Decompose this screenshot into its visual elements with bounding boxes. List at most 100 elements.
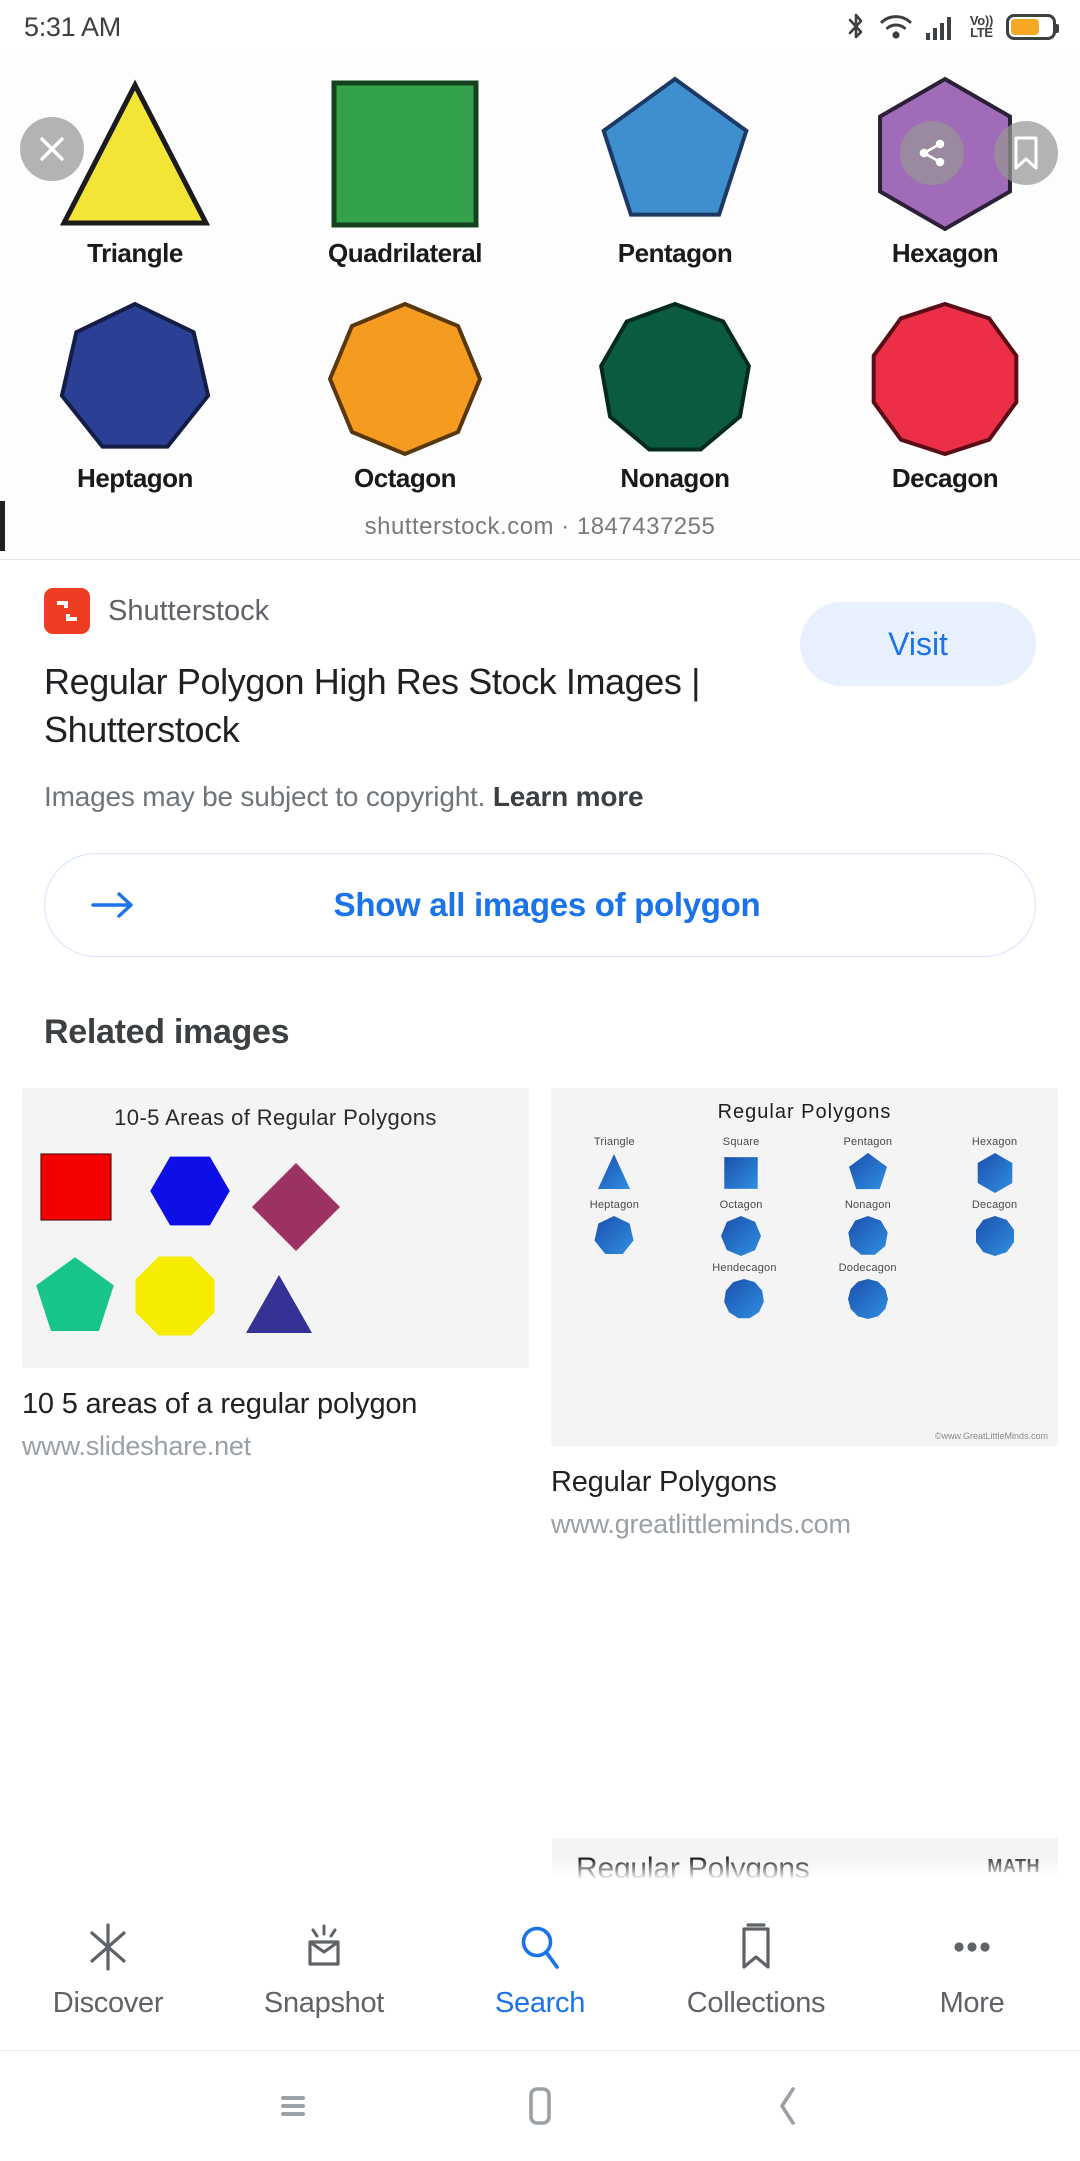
thumb0-shape-square xyxy=(40,1153,112,1226)
polygon-label-nonagon: Nonagon xyxy=(620,463,730,493)
search-icon xyxy=(516,1921,564,1973)
nav-item-collections[interactable]: Collections xyxy=(648,1921,864,2020)
polygon-cell-decagon: Decagon xyxy=(810,299,1080,524)
related-url-1: www.greatlittleminds.com xyxy=(551,1509,851,1540)
show-all-label: Show all images of polygon xyxy=(333,886,761,924)
source-name: Shutterstock xyxy=(108,594,270,627)
volte-bottom-label: LTE xyxy=(970,25,993,40)
bluetooth-icon xyxy=(845,12,867,42)
thumbnail-0-shapes xyxy=(22,1131,529,1341)
shutterstock-logo-icon xyxy=(44,588,90,634)
battery-icon xyxy=(1006,14,1059,40)
polygon-label-hexagon: Hexagon xyxy=(891,238,999,268)
thumb0-shape-diamond xyxy=(250,1161,342,1258)
thumb1-cell-pentagon: Pentagon xyxy=(805,1136,932,1195)
thumb1-cell-triangle: Triangle xyxy=(551,1136,678,1195)
thumb0-shape-hexagon xyxy=(150,1151,230,1236)
nav-label-search: Search xyxy=(494,1987,586,2019)
volte-icon: Vo)) LTE xyxy=(970,13,993,40)
close-icon[interactable] xyxy=(20,117,84,181)
cellular-signal-icon xyxy=(925,13,957,41)
nonagon-shape xyxy=(596,299,754,459)
nav-item-discover[interactable]: Discover xyxy=(0,1921,216,2020)
thumb1-label-square: Square xyxy=(722,1136,760,1149)
nav-label-discover: Discover xyxy=(52,1987,164,2019)
thumb1-cell-octagon: Octagon xyxy=(678,1199,805,1258)
nav-item-search[interactable]: Search xyxy=(432,1921,648,2020)
result-title[interactable]: Regular Polygon High Res Stock Images | … xyxy=(44,658,744,753)
partial-card-title: Regular Polygons xyxy=(576,1852,810,1878)
thumbnail-1-credit: ©www.GreatLittleMinds.com xyxy=(934,1431,1048,1442)
nav-item-snapshot[interactable]: Snapshot xyxy=(216,1921,432,2020)
related-thumbnail-0[interactable]: 10-5 Areas of Regular Polygons xyxy=(22,1088,529,1369)
pentagon-shape xyxy=(596,74,754,234)
share-icon[interactable] xyxy=(900,121,964,185)
thumb1-cell-nonagon: Nonagon xyxy=(805,1199,932,1258)
back-icon[interactable] xyxy=(732,2051,842,2161)
thumb1-label-triangle: Triangle xyxy=(593,1136,635,1149)
image-watermark: shutterstock.com · 1847437255 xyxy=(364,513,716,540)
related-title-0[interactable]: 10 5 areas of a regular polygon xyxy=(22,1388,529,1421)
thumbnail-0-inner-title: 10-5 Areas of Regular Polygons xyxy=(114,1105,437,1131)
status-icons: Vo)) LTE xyxy=(845,12,1059,42)
recents-icon[interactable] xyxy=(238,2051,348,2161)
thumbnail-1-shape-grid: Triangle Square Pentagon Hexagon Heptagon Oct… xyxy=(551,1136,1058,1258)
thumb1-label-heptagon: Heptagon xyxy=(589,1199,640,1212)
nav-label-snapshot: Snapshot xyxy=(263,1987,385,2019)
nav-label-collections: Collections xyxy=(686,1987,826,2019)
related-item-0[interactable]: 10-5 Areas of Regular Polygons 10 5 area… xyxy=(22,1088,529,1540)
thumbnail-1-shape-row3: Hendecagon Dodecagon xyxy=(551,1262,1058,1321)
thumb1-label-octagon: Octagon xyxy=(719,1199,763,1212)
status-time: 5:31 AM xyxy=(24,11,121,42)
polygon-cell-octagon: Octagon xyxy=(270,299,540,524)
thumb1-label-hexagon: Hexagon xyxy=(971,1136,1018,1149)
nav-label-more: More xyxy=(939,1987,1005,2019)
thumbnail-1-inner-title: Regular Polygons xyxy=(717,1101,892,1124)
more-dots-icon xyxy=(947,1921,997,1973)
related-thumbnail-1[interactable]: Regular Polygons Triangle Square Pentagon H… xyxy=(551,1088,1058,1447)
polygon-cell-pentagon: Pentagon xyxy=(540,74,810,299)
status-bar: 5:31 AM Vo)) LTE xyxy=(0,0,1080,54)
quadrilateral-shape xyxy=(326,74,484,234)
thumb0-shape-pentagon xyxy=(34,1257,116,1344)
thumb1-cell-heptagon: Heptagon xyxy=(551,1199,678,1258)
thumb1-label-pentagon: Pentagon xyxy=(843,1136,893,1149)
visit-button[interactable]: Visit xyxy=(800,602,1036,686)
heptagon-shape xyxy=(56,299,214,459)
learn-more-link[interactable]: Learn more xyxy=(493,781,644,812)
polygon-cell-triangle: Triangle xyxy=(0,74,270,299)
thumb0-shape-triangle xyxy=(244,1273,314,1340)
polygon-label-quadrilateral: Quadrilateral xyxy=(328,238,482,268)
thumb1-label-nonagon: Nonagon xyxy=(844,1199,891,1212)
thumb1-cell-hendecagon: Hendecagon xyxy=(712,1262,776,1321)
related-url-0: www.slideshare.net xyxy=(22,1431,252,1462)
polygon-label-pentagon: Pentagon xyxy=(617,238,733,268)
snapshot-icon xyxy=(299,1921,349,1973)
android-system-nav xyxy=(0,2050,1080,2160)
polygon-cell-heptagon: Heptagon xyxy=(0,299,270,524)
battery-fill xyxy=(1011,19,1039,35)
image-viewer[interactable]: Triangle Quadrilateral Pentagon Hexagon Hept… xyxy=(0,54,1080,559)
related-images-grid: 10-5 Areas of Regular Polygons 10 5 area… xyxy=(22,1088,1058,1540)
polygon-label-heptagon: Heptagon xyxy=(77,463,193,493)
result-card: Shutterstock Regular Polygon High Res St… xyxy=(0,559,1080,814)
asterisk-icon xyxy=(84,1921,132,1973)
thumb1-cell-square: Square xyxy=(678,1136,805,1195)
copyright-notice: Images may be subject to copyright. Lear… xyxy=(44,781,1036,813)
related-title-1[interactable]: Regular Polygons xyxy=(551,1466,1058,1499)
bookmark-icon[interactable] xyxy=(994,121,1058,185)
home-icon[interactable] xyxy=(485,2051,595,2161)
nav-item-more[interactable]: More xyxy=(864,1921,1080,2020)
polygon-cell-hexagon: Hexagon xyxy=(810,74,1080,299)
thumb0-shape-octagon xyxy=(132,1253,218,1344)
polygon-cell-quadrilateral: Quadrilateral xyxy=(270,74,540,299)
polygon-cell-nonagon: Nonagon xyxy=(540,299,810,524)
viewer-left-edge-marker xyxy=(0,501,5,551)
show-all-images-button[interactable]: Show all images of polygon xyxy=(44,853,1036,958)
wifi-icon xyxy=(880,13,912,41)
partial-related-card[interactable]: Regular Polygons MATH xyxy=(552,1838,1058,1878)
thumb1-label-decagon: Decagon xyxy=(971,1199,1018,1212)
polygon-label-octagon: Octagon xyxy=(354,463,456,493)
math-badge: MATH xyxy=(987,1856,1040,1876)
related-item-1[interactable]: Regular Polygons Triangle Square Pentagon H… xyxy=(551,1088,1058,1540)
